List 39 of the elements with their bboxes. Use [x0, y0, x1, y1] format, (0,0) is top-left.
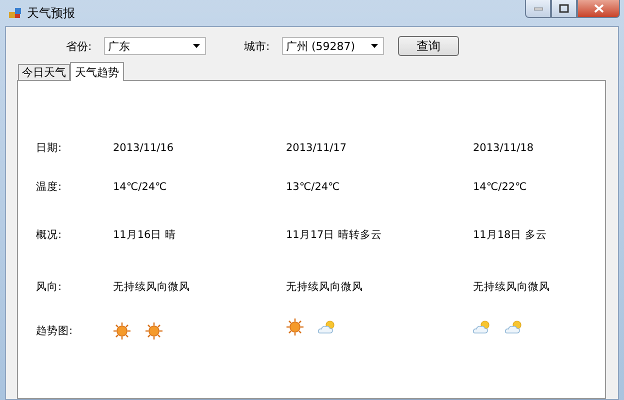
- date-text: 2013/11/17: [286, 142, 348, 154]
- province-dropdown[interactable]: 广东: [104, 37, 206, 55]
- row-label: 风向:: [36, 280, 63, 294]
- sun-icon: [145, 322, 163, 340]
- temperature-text: 14℃/24℃: [113, 180, 168, 192]
- dropdown-arrow-icon: [193, 44, 200, 48]
- date-text: 2013/11/18: [473, 142, 535, 154]
- close-icon: [594, 4, 604, 13]
- summary-text: 11月17日 晴转多云: [286, 228, 384, 242]
- row-label: 日期:: [36, 140, 63, 154]
- row-label: 趋势图:: [36, 324, 74, 338]
- summary-text: 11月16日 晴: [113, 228, 178, 242]
- city-dropdown[interactable]: 广州 (59287): [282, 37, 384, 55]
- wind-text: 无持续风向微风: [113, 280, 191, 294]
- partly-cloudy-icon: [505, 320, 523, 334]
- row-label: 概况:: [36, 228, 63, 242]
- maximize-icon: [559, 4, 569, 13]
- query-button[interactable]: 查询: [398, 36, 459, 56]
- summary-text: 11月18日 多云: [473, 228, 548, 242]
- tab[interactable]: 今日天气: [18, 64, 70, 80]
- minimize-icon: [534, 6, 542, 10]
- temperature-text: 13℃/24℃: [286, 180, 341, 192]
- province-label: 省份:: [66, 38, 93, 54]
- tab[interactable]: 天气趋势: [70, 62, 124, 81]
- wind-text: 无持续风向微风: [286, 280, 364, 294]
- maximize-button[interactable]: [551, 0, 577, 18]
- window-title: 天气预报: [27, 4, 75, 22]
- city-label: 城市:: [244, 38, 271, 54]
- close-button[interactable]: [577, 0, 620, 18]
- app-icon: [8, 6, 22, 20]
- sun-icon: [113, 322, 131, 340]
- partly-cloudy-icon: [318, 320, 336, 334]
- wind-text: 无持续风向微风: [473, 280, 551, 294]
- partly-cloudy-icon: [473, 320, 491, 334]
- sun-icon: [286, 318, 304, 336]
- dropdown-arrow-icon: [371, 44, 378, 48]
- row-label: 温度:: [36, 180, 63, 194]
- temperature-text: 14℃/22℃: [473, 180, 528, 192]
- date-text: 2013/11/16: [113, 142, 175, 154]
